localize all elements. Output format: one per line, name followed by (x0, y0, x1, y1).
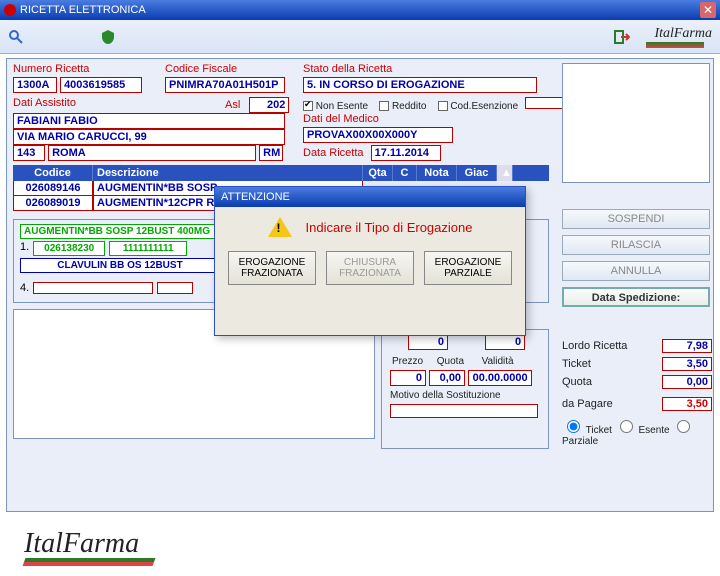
ticket-value: 3,50 (662, 357, 712, 371)
pagare-value: 3,50 (662, 397, 712, 411)
codice-fiscale-field[interactable]: PNIMRA70A01H501P (165, 77, 285, 93)
subinfo-top2[interactable]: 0 (485, 334, 525, 350)
asl-field[interactable]: 202 (249, 97, 289, 113)
col-descrizione[interactable]: Descrizione (93, 165, 363, 181)
assistito-citta[interactable]: ROMA (48, 145, 256, 161)
opt-esente[interactable]: Esente (615, 425, 670, 436)
sub-row1-extra[interactable]: 1111111111 (109, 241, 187, 256)
lordo-label: Lordo Ricetta (562, 340, 627, 352)
dialog-message: Indicare il Tipo di Erogazione (306, 220, 473, 235)
rilascia-button[interactable]: RILASCIA (562, 235, 710, 255)
quota-value: 0,00 (662, 375, 712, 389)
motivo-field[interactable] (390, 404, 538, 418)
app-icon (4, 4, 16, 16)
dati-assistito-label: Dati Assistito (13, 97, 76, 109)
sub-title: AUGMENTIN*BB SOSP 12BUST 400MG (20, 224, 220, 239)
cell-codice: 026089019 (13, 196, 93, 211)
asl-label: Asl (225, 99, 240, 111)
sospendi-button[interactable]: SOSPENDI (562, 209, 710, 229)
opt-ticket[interactable]: Ticket (562, 425, 612, 436)
shield-icon[interactable] (100, 29, 116, 45)
reddito-checkbox[interactable] (379, 101, 389, 111)
lordo-value: 7,98 (662, 339, 712, 353)
pagare-label: da Pagare (562, 398, 613, 410)
quota-label: Quota (437, 356, 479, 367)
reddito-label: Reddito (392, 101, 426, 112)
col-qta[interactable]: Qta (363, 165, 393, 181)
grid-header: Codice Descrizione Qta C Nota Giac ▲ (13, 165, 549, 181)
warning-icon (268, 217, 292, 237)
non-esente-label: Non Esente (316, 101, 368, 112)
notes-box[interactable] (562, 63, 710, 183)
footer-underline (23, 558, 156, 566)
motivo-label: Motivo della Sostituzione (390, 390, 501, 401)
subinfo-top1[interactable]: 0 (408, 334, 448, 350)
data-spedizione-button[interactable]: Data Spedizione: (562, 287, 710, 307)
exit-icon[interactable] (614, 29, 630, 45)
prezzo-label: Prezzo (392, 356, 434, 367)
toolbar: ItalFarma (0, 20, 720, 54)
erogazione-parziale-button[interactable]: EROGAZIONEPARZIALE (424, 251, 512, 285)
actions-panel: SOSPENDI RILASCIA ANNULLA Data Spedizion… (562, 209, 712, 313)
col-giac[interactable]: Giac (457, 165, 497, 181)
numero-ricetta-label: Numero Ricetta (13, 63, 89, 75)
sub-row3-input2[interactable] (157, 282, 193, 294)
cod-esenzione-label: Cod.Esenzione (450, 101, 518, 112)
attenzione-dialog: ATTENZIONE Indicare il Tipo di Erogazion… (214, 186, 526, 336)
annulla-button[interactable]: ANNULLA (562, 261, 710, 281)
numero-ricetta-a[interactable]: 1300A (13, 77, 57, 93)
col-c[interactable]: C (393, 165, 417, 181)
codice-fiscale-label: Codice Fiscale (165, 63, 237, 75)
prezzo-field[interactable]: 0 (390, 370, 426, 386)
ticket-label: Ticket (562, 358, 591, 370)
assistito-cap[interactable]: 143 (13, 145, 45, 161)
stato-field[interactable]: 5. IN CORSO DI EROGAZIONE (303, 77, 537, 93)
validita-field[interactable]: 00.00.0000 (468, 370, 532, 386)
sub-row3-input[interactable] (33, 282, 153, 294)
assistito-prov[interactable]: RM (259, 145, 283, 161)
dati-medico-label: Dati del Medico (303, 113, 379, 125)
dialog-title: ATTENZIONE (215, 187, 525, 207)
totals-radio-row: Ticket Esente Parziale (562, 417, 712, 447)
assistito-indirizzo[interactable]: VIA MARIO CARUCCI, 99 (13, 129, 285, 145)
sub-row1-cod[interactable]: 026138230 (33, 241, 105, 256)
assistito-nome[interactable]: FABIANI FABIO (13, 113, 285, 129)
sub-row1-num: 1. (20, 241, 29, 256)
col-nota[interactable]: Nota (417, 165, 457, 181)
brand-label: ItalFarma (654, 26, 712, 42)
cod-esenzione-checkbox[interactable] (438, 101, 448, 111)
quota-label: Quota (562, 376, 592, 388)
window-title: RICETTA ELETTRONICA (20, 4, 146, 16)
non-esente-checkbox[interactable] (303, 101, 313, 111)
validita-label: Validità (482, 356, 534, 367)
brand-underline (646, 42, 704, 48)
erogazione-frazionata-button[interactable]: EROGAZIONEFRAZIONATA (228, 251, 316, 285)
sub-row3-num: 4. (20, 282, 29, 294)
stato-label: Stato della Ricetta (303, 63, 392, 75)
cell-codice: 026089146 (13, 181, 93, 196)
footer-brand: ItalFarma (24, 528, 139, 560)
totals-panel: Lordo Ricetta 7,98 Ticket 3,50 Quota 0,00 d… (562, 339, 712, 447)
close-icon[interactable]: ✕ (700, 2, 716, 18)
subinfo-box: 0 0 Prezzo Quota Validità 0 0,00 00.00.0… (381, 329, 549, 449)
data-ricetta-label: Data Ricetta (303, 147, 364, 159)
numero-ricetta-b[interactable]: 4003619585 (60, 77, 142, 93)
sub-row2[interactable]: CLAVULIN BB OS 12BUST (20, 258, 220, 273)
data-ricetta-field[interactable]: 17.11.2014 (371, 145, 441, 161)
col-codice[interactable]: Codice (13, 165, 93, 181)
grid-scroll-up-icon[interactable]: ▲ (497, 165, 513, 181)
search-icon[interactable] (8, 29, 24, 45)
quota-field[interactable]: 0,00 (429, 370, 465, 386)
chiusura-frazionata-button[interactable]: CHIUSURAFRAZIONATA (326, 251, 414, 285)
window-titlebar: RICETTA ELETTRONICA ✕ (0, 0, 720, 20)
medico-field[interactable]: PROVAX00X00X000Y (303, 127, 453, 143)
